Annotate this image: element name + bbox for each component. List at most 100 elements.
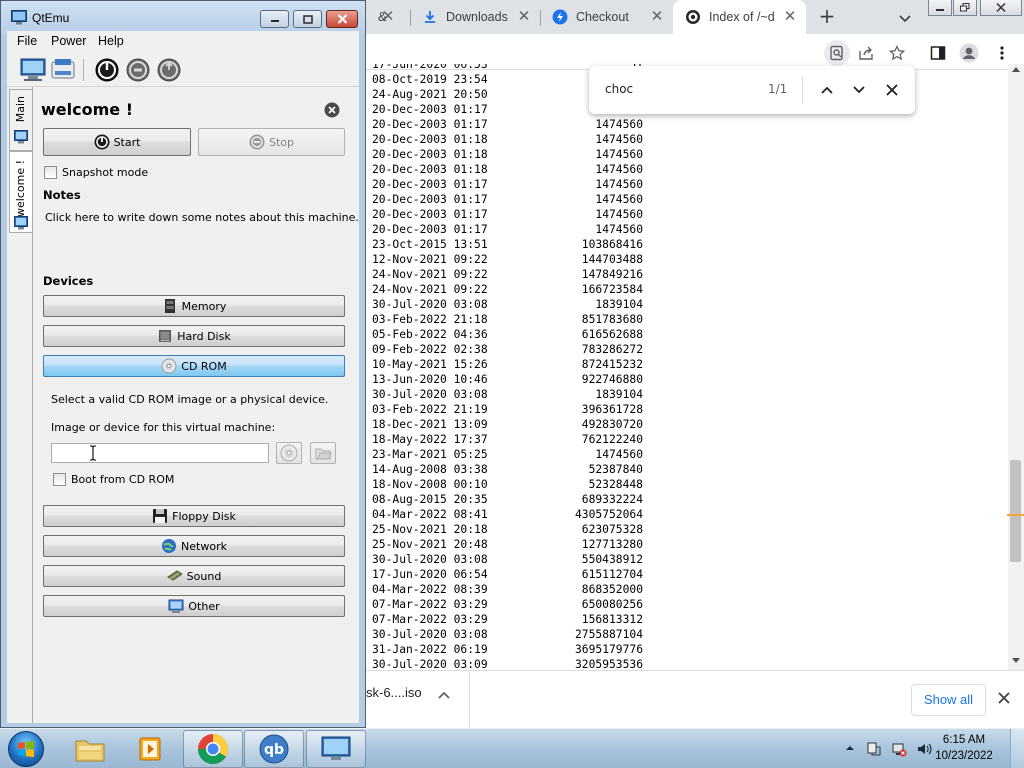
new-machine-icon[interactable] (19, 56, 47, 84)
close-icon[interactable]: ✕ (516, 9, 532, 25)
profile-avatar-icon[interactable] (958, 42, 980, 64)
clock-date[interactable]: 10/23/2022 (930, 750, 998, 762)
close-icon[interactable] (980, 0, 1022, 16)
device-label: Sound (186, 569, 222, 583)
device-cd-rom-button[interactable]: CD ROM (43, 355, 345, 377)
power-restart-icon[interactable] (155, 56, 183, 84)
download-filename[interactable]: sk-6....iso (366, 685, 422, 700)
listing-row: 30-Jul-2020 03:08 1839104 (372, 387, 643, 402)
side-panel-icon[interactable] (927, 42, 949, 64)
scroll-down-arrow-icon[interactable] (1012, 658, 1020, 664)
listing-size: 396361728 (581, 403, 643, 416)
share-icon[interactable] (855, 42, 877, 64)
listing-date: 04-Mar-2022 08:41 (372, 508, 488, 521)
listing-row: 17-Jun-2020 06:5351 (372, 64, 643, 72)
listing-row: 20-Dec-2003 01:17 1474560 (372, 177, 643, 192)
tab-partial[interactable]: & ✕ (366, 0, 410, 34)
chevron-up-icon[interactable] (437, 689, 455, 707)
listing-date: 08-Aug-2015 20:35 (372, 493, 488, 506)
find-close-button[interactable] (881, 79, 903, 101)
listing-size: 492830720 (581, 418, 643, 431)
network-status-icon[interactable] (891, 741, 907, 757)
floppy-disk-icon (152, 508, 168, 524)
boot-from-cdrom-label: Boot from CD ROM (71, 473, 175, 486)
listing-date: 23-Mar-2021 05:25 (372, 448, 488, 461)
listing-row: 13-Jun-2020 10:46 922746880 (372, 372, 643, 387)
listing-row: 31-Jan-2022 06:19 3695179776 (372, 642, 643, 657)
tab-checkout[interactable]: Checkout ✕ (540, 0, 673, 34)
windows-logo-icon (18, 740, 34, 758)
device-floppy-disk-button[interactable]: Floppy Disk (43, 505, 345, 527)
device-sound-button[interactable]: Sound (43, 565, 345, 587)
taskbar-chrome[interactable] (183, 730, 243, 768)
tab-welcome[interactable]: welcome ! (9, 151, 32, 233)
clock-time[interactable]: 6:15 AM (934, 734, 994, 746)
open-machine-icon[interactable] (49, 56, 77, 84)
cdrom-browse-button[interactable] (310, 442, 336, 464)
action-center-icon[interactable] (866, 741, 882, 757)
boot-from-cdrom-checkbox[interactable] (53, 473, 66, 486)
download-icon (422, 9, 438, 25)
minimize-icon[interactable] (928, 0, 952, 16)
more-menu-icon[interactable] (991, 42, 1013, 64)
taskbar-qtemu[interactable] (306, 730, 366, 768)
taskbar-qbittorrent[interactable]: qb (244, 730, 304, 768)
taskbar-windows-explorer[interactable] (60, 730, 120, 768)
minimize-icon[interactable] (260, 10, 289, 28)
stop-button[interactable]: Stop (198, 128, 345, 156)
listing-size: 147849216 (581, 268, 643, 281)
maximize-icon[interactable] (293, 10, 322, 28)
device-memory-button[interactable]: Memory (43, 295, 345, 317)
menu-power[interactable]: Power (51, 34, 86, 48)
tab-downloads[interactable]: Downloads ✕ (410, 0, 540, 34)
scroll-up-arrow-icon[interactable] (1012, 66, 1020, 72)
show-all-button[interactable]: Show all (911, 684, 986, 716)
tab-main[interactable]: Main (9, 89, 32, 151)
menu-help[interactable]: Help (98, 34, 124, 48)
listing-row: 18-Nov-2008 00:10 52328448 (372, 477, 643, 492)
close-icon[interactable]: ✕ (380, 9, 396, 25)
start-button[interactable] (8, 731, 44, 767)
power-start-icon (94, 134, 110, 150)
close-icon[interactable]: ✕ (782, 9, 798, 25)
chevron-down-icon[interactable] (896, 9, 914, 27)
close-icon[interactable] (997, 691, 1015, 709)
find-next-button[interactable] (848, 79, 870, 101)
tab-label: Checkout (576, 10, 629, 24)
listing-date: 13-Jun-2020 10:46 (372, 373, 488, 386)
device-label: Network (181, 539, 227, 553)
svg-text:qb: qb (264, 742, 284, 758)
show-desktop-button[interactable] (1010, 729, 1024, 768)
github-icon (685, 9, 701, 25)
close-icon[interactable] (324, 102, 340, 118)
title-bar[interactable]: QtEmu (1, 1, 365, 35)
bookmark-star-icon[interactable] (886, 42, 908, 64)
close-icon[interactable] (326, 10, 358, 28)
taskbar-media-player[interactable] (121, 730, 181, 768)
power-stop-icon[interactable] (124, 56, 152, 84)
device-network-button[interactable]: Network (43, 535, 345, 557)
tab-index-of[interactable]: Index of /~d ✕ (673, 0, 806, 34)
cdrom-description: Select a valid CD ROM image or a physica… (51, 393, 329, 406)
menu-file[interactable]: File (17, 34, 37, 48)
notes-text[interactable]: Click here to write down some notes abou… (45, 211, 359, 224)
scrollbar-thumb[interactable] (1010, 460, 1021, 562)
cdrom-device-button[interactable] (276, 442, 302, 464)
snapshot-checkbox[interactable] (44, 166, 57, 179)
zoom-lens-icon[interactable] (824, 40, 850, 66)
close-icon[interactable]: ✕ (649, 9, 665, 25)
show-hidden-icons-icon[interactable] (845, 743, 855, 753)
vertical-scrollbar[interactable] (1008, 64, 1024, 670)
find-previous-button[interactable] (816, 79, 838, 101)
power-start-icon[interactable] (93, 56, 121, 84)
device-hard-disk-button[interactable]: Hard Disk (43, 325, 345, 347)
device-other-button[interactable]: Other (43, 595, 345, 617)
cdrom-image-input[interactable] (51, 443, 269, 463)
listing-row: 08-Aug-2015 20:35 689332224 (372, 492, 643, 507)
listing-row: 24-Nov-2021 09:22 166723584 (372, 282, 643, 297)
find-input[interactable]: choc (605, 82, 633, 96)
listing-date: 08-Oct-2019 23:54 (372, 73, 488, 86)
start-button[interactable]: Start (43, 128, 191, 156)
restore-icon[interactable] (953, 0, 977, 16)
new-tab-button[interactable]: + (815, 5, 839, 29)
